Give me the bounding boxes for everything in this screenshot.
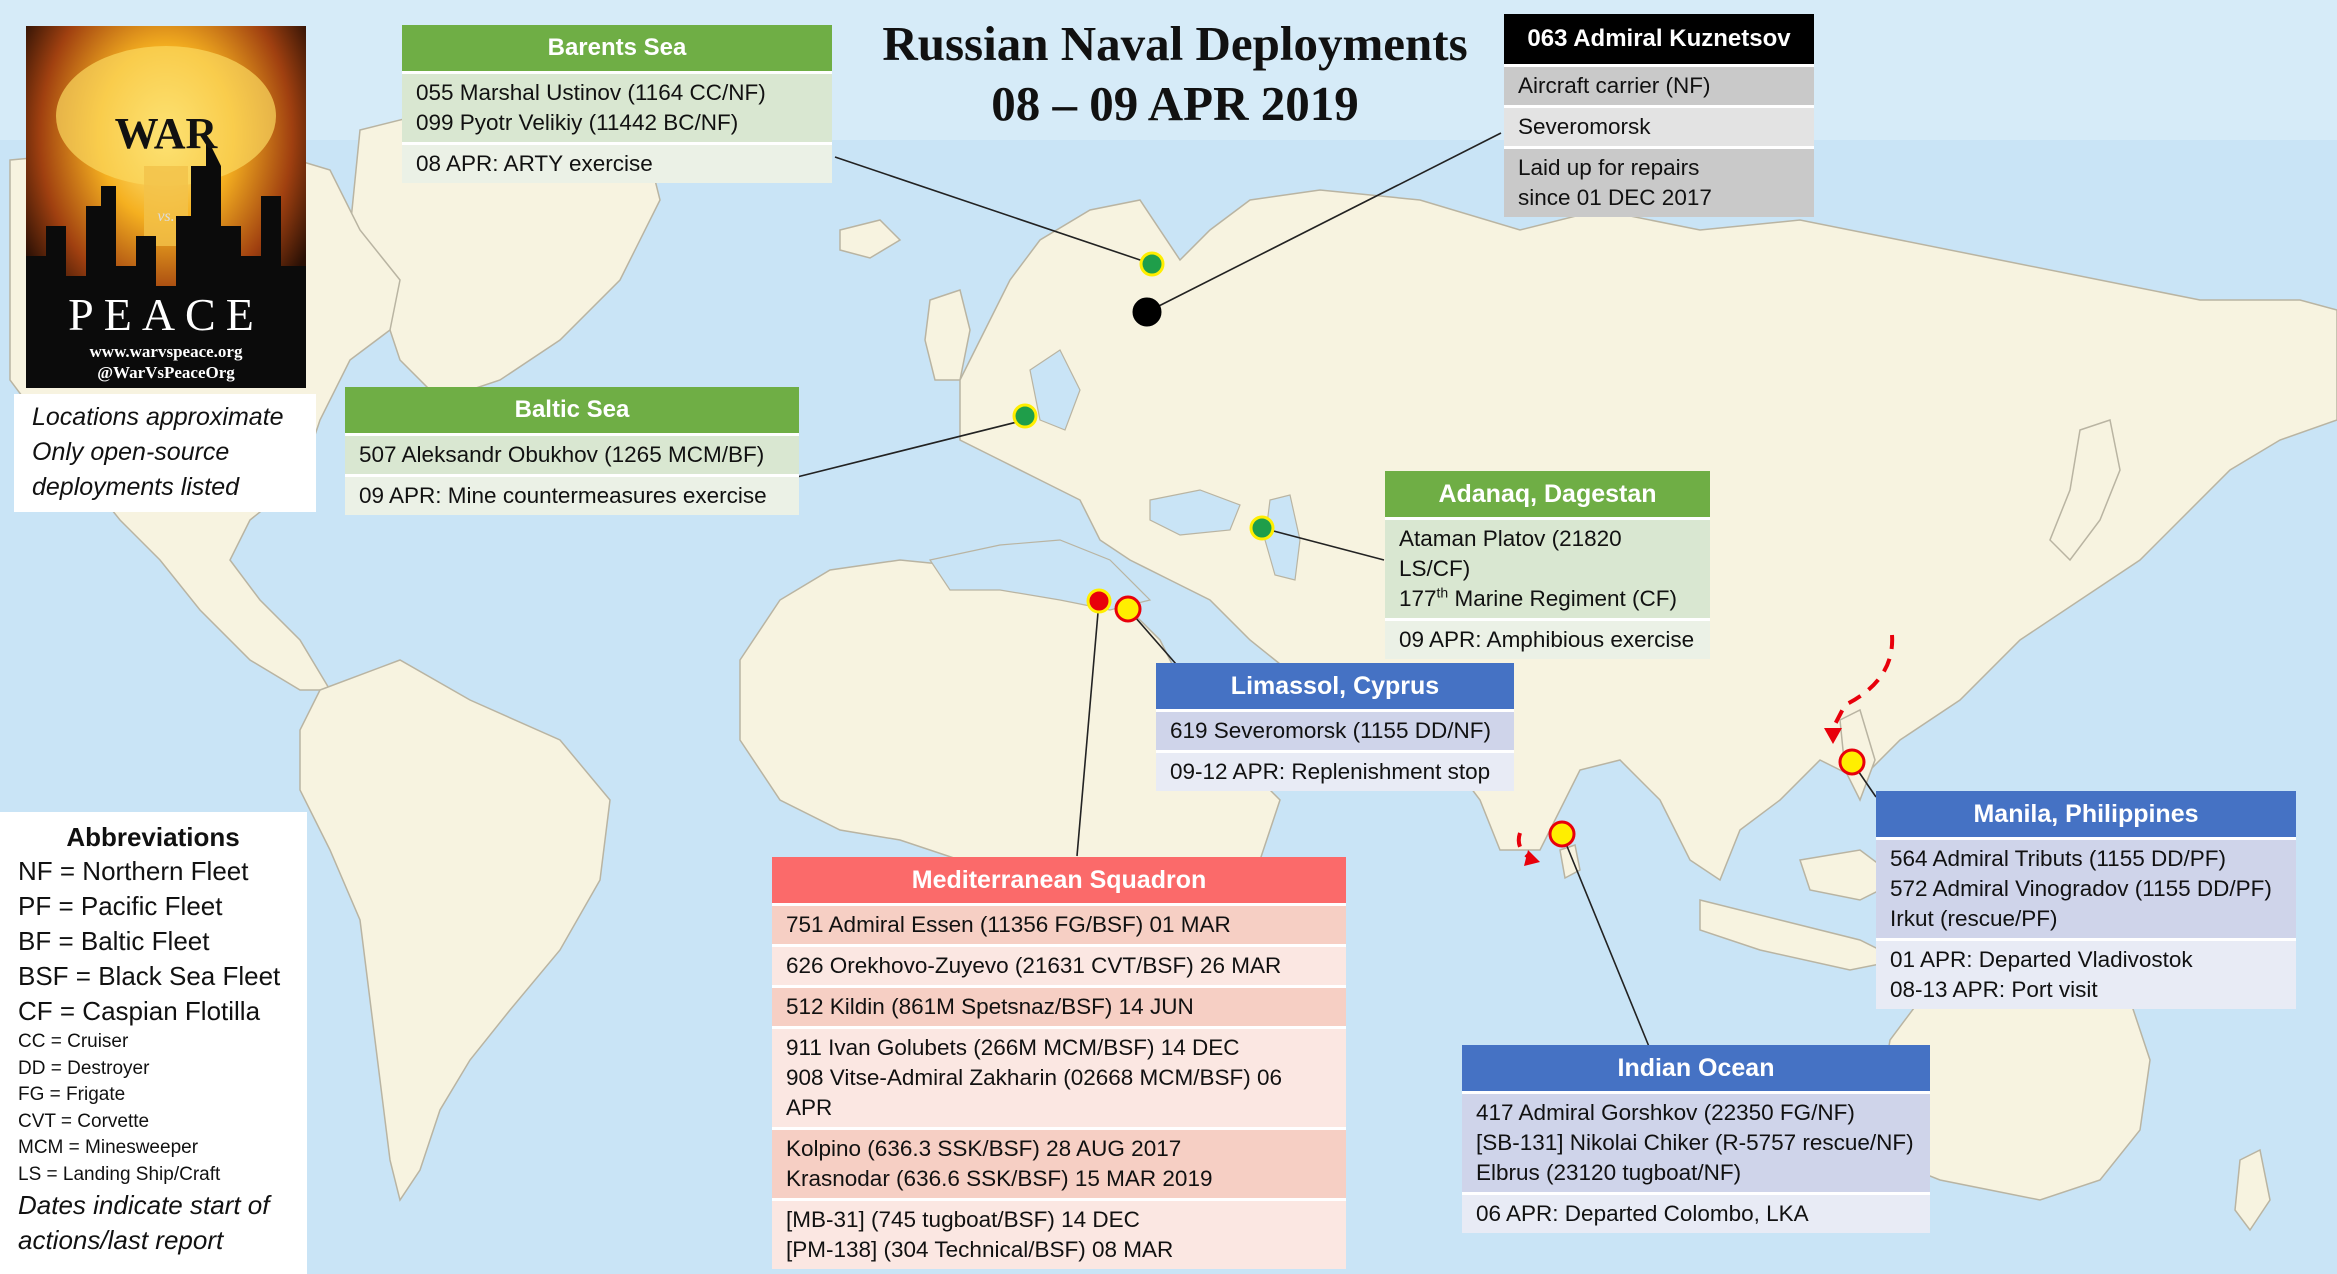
- limassol-title: Limassol, Cyprus: [1156, 663, 1514, 709]
- abbr-item: BF = Baltic Fleet: [18, 926, 210, 956]
- manila-box: Manila, Philippines 564 Admiral Tributs …: [1876, 791, 2296, 1009]
- logo-handle[interactable]: @WarVsPeaceOrg: [26, 363, 306, 383]
- kuznetsov-type: Aircraft carrier (NF): [1504, 64, 1814, 105]
- notes-line2: Only open-source: [32, 438, 230, 466]
- barents-activity: 08 APR: ARTY exercise: [402, 142, 832, 183]
- squadron-row: 626 Orekhovo-Zuyevo (21631 CVT/BSF) 26 M…: [772, 944, 1346, 985]
- squadron-row: [MB-31] (745 tugboat/BSF) 14 DEC [PM-138…: [772, 1198, 1346, 1269]
- abbr-item: LS = Landing Ship/Craft: [18, 1163, 221, 1185]
- marker-manila: [1838, 748, 1866, 776]
- logo-peace: PEACE: [68, 289, 264, 340]
- baltic-sea-title: Baltic Sea: [345, 387, 799, 433]
- limassol-activity: 09-12 APR: Replenishment stop: [1156, 750, 1514, 791]
- ship-entry: Kolpino (636.3 SSK/BSF) 28 AUG 2017: [786, 1136, 1182, 1161]
- abbr-item: FG = Frigate: [18, 1084, 126, 1105]
- dagestan-box: Adanaq, Dagestan Ataman Platov (21820 LS…: [1385, 471, 1710, 659]
- manila-title: Manila, Philippines: [1876, 791, 2296, 837]
- squadron-row: Kolpino (636.3 SSK/BSF) 28 AUG 2017 Kras…: [772, 1127, 1346, 1198]
- abbr-item: PF = Pacific Fleet: [18, 891, 223, 921]
- ship-entry: 417 Admiral Gorshkov (22350 FG/NF): [1476, 1100, 1855, 1125]
- ship-entry: [SB-131] Nikolai Chiker (R-5757 rescue/N…: [1476, 1130, 1914, 1155]
- kuznetsov-location: Severomorsk: [1504, 105, 1814, 146]
- squadron-row: 751 Admiral Essen (11356 FG/BSF) 01 MAR: [772, 903, 1346, 944]
- marker-kuznetsov: [1132, 297, 1162, 327]
- barents-sea-box: Barents Sea 055 Marshal Ustinov (1164 CC…: [402, 25, 832, 183]
- abbr-item: CVT = Corvette: [18, 1110, 150, 1132]
- abbr-item: CC = Cruiser: [18, 1031, 129, 1052]
- marker-mediterranean: [1086, 588, 1112, 614]
- ship-number: 177: [1399, 586, 1437, 611]
- title-line1: Russian Naval Deployments: [882, 16, 1468, 71]
- ship-entry: 055 Marshal Ustinov (1164 CC/NF): [416, 80, 766, 105]
- kuznetsov-title: 063 Admiral Kuznetsov: [1504, 14, 1814, 64]
- ship-entry: Krasnodar (636.6 SSK/BSF) 15 MAR 2019: [786, 1166, 1213, 1191]
- ship-entry: Irkut (rescue/PF): [1890, 906, 2058, 931]
- ship-entry: 911 Ivan Golubets (266M MCM/BSF) 14 DEC: [786, 1035, 1240, 1060]
- abbr-item: CF = Caspian Flotilla: [18, 996, 261, 1026]
- status-line: since 01 DEC 2017: [1518, 185, 1712, 210]
- mediterranean-title: Mediterranean Squadron: [772, 857, 1346, 903]
- notes-line3: deployments listed: [32, 473, 240, 501]
- ship-entry: 572 Admiral Vinogradov (1155 DD/PF): [1890, 876, 2272, 901]
- indian-ocean-title: Indian Ocean: [1462, 1045, 1930, 1091]
- dagestan-ships: Ataman Platov (21820 LS/CF) 177th Marine…: [1385, 517, 1710, 618]
- indian-ocean-ships: 417 Admiral Gorshkov (22350 FG/NF) [SB-1…: [1462, 1091, 1930, 1192]
- limassol-box: Limassol, Cyprus 619 Severomorsk (1155 D…: [1156, 663, 1514, 791]
- abbreviations-legend: Abbreviations NF = Northern Fleet PF = P…: [0, 812, 307, 1274]
- manila-activity: 01 APR: Departed Vladivostok 08-13 APR: …: [1876, 938, 2296, 1009]
- baltic-ship: 507 Aleksandr Obukhov (1265 MCM/BF): [345, 433, 799, 474]
- ordinal-suffix: th: [1436, 584, 1449, 601]
- logo-vs: vs.: [157, 208, 175, 225]
- manila-ships: 564 Admiral Tributs (1155 DD/PF) 572 Adm…: [1876, 837, 2296, 938]
- abbr-footer2: actions/last report: [18, 1225, 224, 1255]
- logo-war: WAR: [114, 109, 218, 158]
- marker-barents: [1139, 251, 1165, 277]
- baltic-activity: 09 APR: Mine countermeasures exercise: [345, 474, 799, 515]
- page-title: Russian Naval Deployments 08 – 09 APR 20…: [835, 14, 1515, 134]
- activity-entry: 08-13 APR: Port visit: [1890, 977, 2098, 1002]
- ship-name: Marine Regiment (CF): [1448, 586, 1678, 611]
- abbreviations-heading: Abbreviations: [66, 822, 240, 852]
- barents-ships: 055 Marshal Ustinov (1164 CC/NF) 099 Pyo…: [402, 71, 832, 142]
- limassol-ship: 619 Severomorsk (1155 DD/NF): [1156, 709, 1514, 750]
- logo-site[interactable]: www.warvspeace.org: [26, 342, 306, 362]
- ship-entry: 177th Marine Regiment (CF): [1399, 584, 1696, 614]
- kuznetsov-box: 063 Admiral Kuznetsov Aircraft carrier (…: [1504, 14, 1814, 217]
- marker-baltic: [1012, 403, 1038, 429]
- mediterranean-box: Mediterranean Squadron 751 Admiral Essen…: [772, 857, 1346, 1269]
- notes-line1: Locations approximate: [32, 403, 284, 431]
- abbr-item: NF = Northern Fleet: [18, 856, 249, 886]
- abbr-footer1: Dates indicate start of: [18, 1190, 270, 1220]
- dagestan-title: Adanaq, Dagestan: [1385, 471, 1710, 517]
- barents-sea-title: Barents Sea: [402, 25, 832, 71]
- status-line: Laid up for repairs: [1518, 155, 1700, 180]
- indian-ocean-box: Indian Ocean 417 Admiral Gorshkov (22350…: [1462, 1045, 1930, 1233]
- marker-indian-ocean: [1548, 820, 1576, 848]
- ship-entry: 908 Vitse-Admiral Zakharin (02668 MCM/BS…: [786, 1065, 1283, 1120]
- dagestan-activity: 09 APR: Amphibious exercise: [1385, 618, 1710, 659]
- abbr-item: BSF = Black Sea Fleet: [18, 961, 281, 991]
- squadron-row: 911 Ivan Golubets (266M MCM/BSF) 14 DEC …: [772, 1026, 1346, 1127]
- ship-entry: [PM-138] (304 Technical/BSF) 08 MAR: [786, 1237, 1174, 1262]
- indian-ocean-activity: 06 APR: Departed Colombo, LKA: [1462, 1192, 1930, 1233]
- ship-entry: Elbrus (23120 tugboat/NF): [1476, 1160, 1742, 1185]
- notes-box: Locations approximate Only open-source d…: [14, 394, 316, 512]
- ship-entry: Ataman Platov (21820 LS/CF): [1399, 526, 1622, 581]
- title-line2: 08 – 09 APR 2019: [991, 76, 1359, 131]
- kuznetsov-status: Laid up for repairs since 01 DEC 2017: [1504, 146, 1814, 217]
- marker-limassol: [1114, 595, 1142, 623]
- ship-entry: 564 Admiral Tributs (1155 DD/PF): [1890, 846, 2226, 871]
- squadron-row: 512 Kildin (861M Spetsnaz/BSF) 14 JUN: [772, 985, 1346, 1026]
- abbr-item: MCM = Minesweeper: [18, 1137, 199, 1158]
- ship-entry: 099 Pyotr Velikiy (11442 BC/NF): [416, 110, 739, 135]
- ship-entry: [MB-31] (745 tugboat/BSF) 14 DEC: [786, 1207, 1140, 1232]
- abbr-item: DD = Destroyer: [18, 1057, 150, 1079]
- war-vs-peace-logo: WAR vs. PEACE www.warvspeace.org @WarVsP…: [26, 26, 306, 388]
- baltic-sea-box: Baltic Sea 507 Aleksandr Obukhov (1265 M…: [345, 387, 799, 515]
- activity-entry: 01 APR: Departed Vladivostok: [1890, 947, 2193, 972]
- marker-dagestan: [1249, 515, 1275, 541]
